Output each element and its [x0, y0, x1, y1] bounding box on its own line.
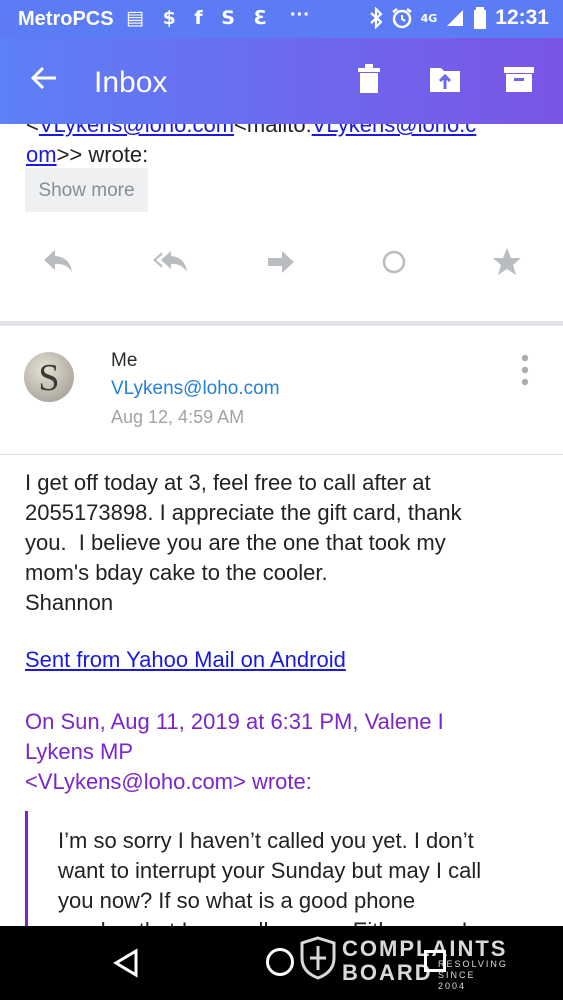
signature: Shannon — [25, 590, 114, 615]
nav-home-icon[interactable] — [266, 948, 294, 976]
blockquote-bar — [25, 811, 28, 926]
signal-icon — [447, 10, 464, 26]
bluetooth-icon — [369, 7, 383, 29]
quote-mailto-link[interactable]: VLykens@loho.c — [312, 124, 477, 137]
overflow-icon: ··· — [290, 4, 310, 26]
quote-header-line: On Sun, Aug 11, 2019 at 6:31 PM, Valene … — [25, 709, 444, 734]
quote-header: On Sun, Aug 11, 2019 at 6:31 PM, Valene … — [25, 707, 535, 797]
app-bar: Inbox — [0, 38, 563, 124]
avatar[interactable]: S — [24, 352, 74, 402]
quoted-line: you now? If so what is a good phone — [58, 888, 416, 913]
quoted-text: I’m so sorry I haven’t called you yet. I… — [58, 826, 548, 926]
message-body: I get off today at 3, feel free to call … — [25, 468, 545, 618]
watermark-line3: RESOLVING SINCE 2004 — [438, 959, 508, 991]
unread-circle-icon[interactable] — [374, 242, 414, 282]
system-nav-bar: COMPLAINTS BOARD RESOLVING SINCE 2004 — [0, 926, 563, 1000]
status-bar: MetroPCS ▤ $ f S ℇ ··· 4G 12:31 — [0, 0, 563, 38]
header-divider — [0, 454, 563, 455]
battery-icon — [474, 7, 487, 29]
body-line: mom's bday cake to the cooler. — [25, 560, 328, 585]
message-actions — [0, 242, 563, 282]
archive-icon[interactable] — [502, 62, 536, 96]
reply-all-icon[interactable] — [150, 242, 190, 282]
message-thread: <VLykens@loho.com<mailto:VLykens@loho.c … — [0, 124, 563, 926]
watermark-line2: BOARD — [342, 960, 433, 985]
reply-icon[interactable] — [38, 242, 78, 282]
body-line: 2055173898. I appreciate the gift card, … — [25, 500, 462, 525]
forward-icon[interactable] — [262, 242, 302, 282]
quoted-line: want to interrupt your Sunday but may I … — [58, 858, 482, 883]
alarm-icon — [391, 8, 412, 29]
quoted-line: I’m so sorry I haven’t called you yet. I… — [58, 828, 474, 853]
network-type: 4G — [420, 11, 438, 25]
quote-header-line: <VLykens@loho.com> wrote: — [25, 769, 312, 794]
clock: 12:31 — [495, 6, 549, 29]
page-title: Inbox — [94, 66, 168, 99]
more-options-icon[interactable] — [517, 353, 533, 387]
sent-from-link[interactable]: Sent from Yahoo Mail on Android — [25, 647, 346, 673]
sender-name: Me — [111, 350, 138, 371]
previous-quote: <VLykens@loho.com<mailto:VLykens@loho.c … — [26, 124, 546, 170]
quote-mailto-link-cont[interactable]: om — [26, 142, 57, 167]
quote-header-line: Lykens MP — [25, 739, 134, 764]
shield-logo-icon — [300, 936, 336, 980]
body-line: I get off today at 3, feel free to call … — [25, 470, 431, 495]
notification-icons: ▤ $ f S ℇ — [126, 7, 272, 29]
message-divider — [0, 321, 563, 326]
carrier-name: MetroPCS — [18, 8, 114, 30]
trash-icon[interactable] — [352, 62, 386, 96]
body-line: you. I believe you are the one that took… — [25, 530, 446, 555]
show-more-button[interactable]: Show more — [25, 168, 148, 212]
quoted-line: number that I can call you on. Either wa… — [58, 916, 548, 926]
back-arrow-icon[interactable] — [30, 58, 58, 98]
nav-back-icon[interactable] — [112, 948, 140, 978]
star-icon[interactable] — [487, 242, 527, 282]
avatar-letter: S — [38, 357, 60, 399]
quote-email-link[interactable]: VLykens@loho.com — [39, 124, 234, 137]
message-date: Aug 12, 4:59 AM — [111, 407, 245, 427]
sender-email[interactable]: VLykens@loho.com — [111, 378, 280, 400]
move-to-folder-icon[interactable] — [428, 62, 462, 96]
